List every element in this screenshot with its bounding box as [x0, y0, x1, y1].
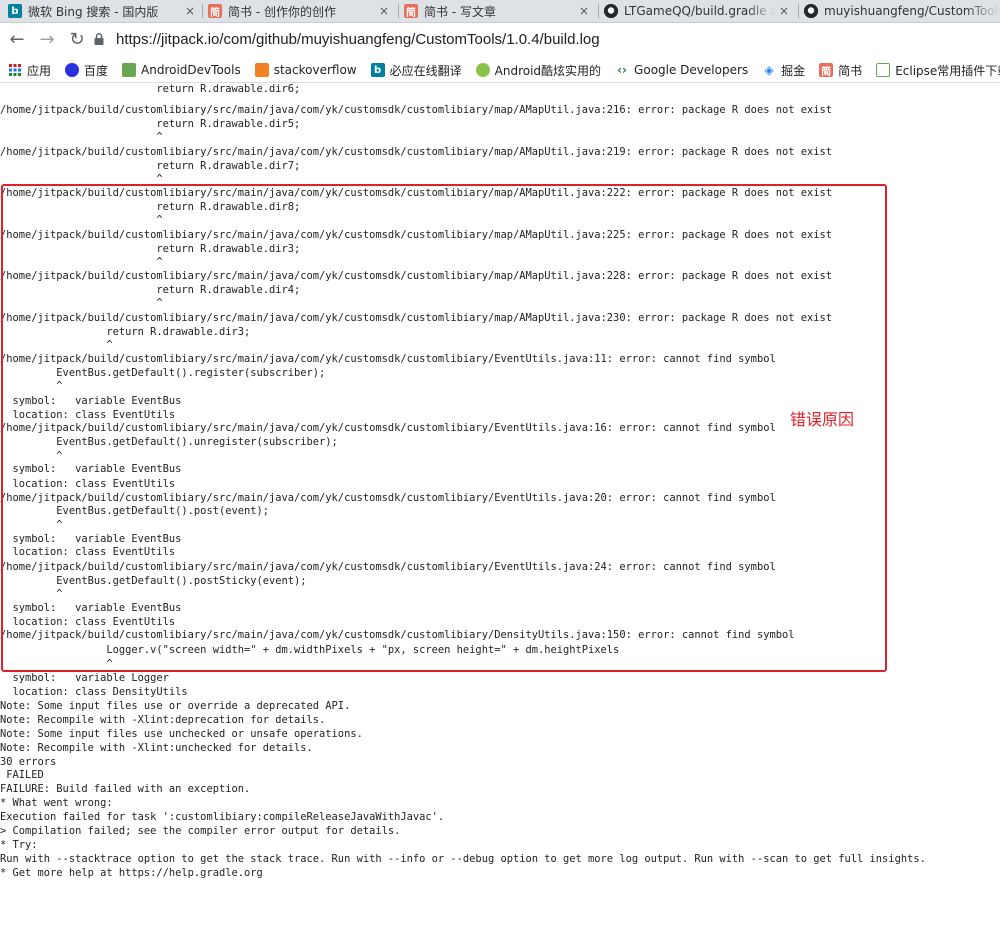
bookmark-juejin[interactable]: ◈ 掘金 — [762, 62, 806, 79]
log-line: * Get more help at https://help.gradle.o… — [0, 867, 263, 879]
eclipse-icon — [876, 63, 891, 77]
bookmark-androiddevtools[interactable]: AndroidDevTools — [122, 63, 241, 77]
error-reason-annotation: 错误原因 — [790, 410, 855, 429]
tab-title: 简书 - 创作你的创作 — [228, 4, 336, 19]
log-line: Execution failed for task ':customlibiar… — [0, 811, 445, 823]
log-line: location: class DensityUtils — [0, 686, 188, 698]
back-arrow-icon[interactable]: ← — [4, 27, 30, 53]
bookmark-label: 应用 — [27, 63, 52, 78]
log-line: * Try: — [0, 839, 38, 851]
log-line: > Compilation failed; see the compiler e… — [0, 825, 401, 837]
bookmark-label: 掘金 — [781, 63, 806, 78]
forward-arrow-icon[interactable]: → — [34, 27, 60, 53]
log-line: FAILURE: Build failed with an exception. — [0, 783, 251, 795]
tab-title: LTGameQQ/build.gradle at — [624, 4, 776, 18]
log-line: Run with --stacktrace option to get the … — [0, 853, 926, 865]
bookmark-bing-translate[interactable]: b 必应在线翻译 — [370, 62, 462, 79]
baidu-paw-icon — [65, 63, 80, 77]
bookmark-label: Eclipse常用插件下载 — [895, 63, 1000, 78]
tab-strip: b 微软 Bing 搜索 - 国内版 × 简 简书 - 创作你的创作 × 简 简… — [0, 0, 1000, 23]
log-line: return R.drawable.dir5; — [0, 118, 301, 130]
reload-icon[interactable]: ↻ — [64, 27, 90, 53]
address-url: https://jitpack.io/com/github/muyishuang… — [116, 30, 600, 48]
log-line: ^ — [0, 131, 163, 143]
juejin-icon: ◈ — [764, 63, 774, 77]
bookmark-label: Google Developers — [634, 63, 749, 77]
log-line: /home/jitpack/build/customlibiary/src/ma… — [0, 146, 833, 158]
bookmark-eclipse[interactable]: Eclipse常用插件下载 — [876, 62, 1000, 79]
close-icon[interactable]: × — [576, 4, 592, 18]
globe-icon — [475, 63, 490, 77]
address-bar[interactable]: https://jitpack.io/com/github/muyishuang… — [92, 25, 1000, 53]
bookmark-android-cool[interactable]: Android酷炫实用的 — [475, 62, 602, 79]
github-icon — [804, 4, 818, 18]
close-icon[interactable]: × — [376, 4, 392, 18]
build-log: return R.drawable.dir6; /home/jitpack/bui… — [0, 83, 1000, 944]
tab-title: muyishuangfeng/CustomTools — [824, 4, 1000, 18]
log-line: Note: Recompile with -Xlint:unchecked fo… — [0, 742, 313, 754]
tab-github-ltgameqq[interactable]: LTGameQQ/build.gradle at × — [598, 0, 792, 22]
tab-title: 微软 Bing 搜索 - 国内版 — [28, 4, 159, 19]
lock-icon — [94, 33, 104, 45]
stackoverflow-icon — [254, 63, 269, 77]
bing-icon: b — [370, 63, 385, 77]
bookmark-label: Android酷炫实用的 — [494, 63, 602, 78]
jianshu-icon: 简 — [208, 4, 222, 19]
log-line: FAILED — [0, 769, 44, 781]
green-square-icon — [122, 63, 137, 77]
log-line: return R.drawable.dir7; — [0, 160, 301, 172]
bookmark-baidu[interactable]: 百度 — [65, 62, 108, 79]
bookmark-google-developers[interactable]: ‹› Google Developers — [615, 63, 748, 77]
bookmark-label: 简书 — [838, 63, 863, 78]
jianshu-icon: 简 — [404, 4, 418, 19]
bookmark-label: AndroidDevTools — [141, 63, 241, 77]
browser-toolbar: ← → ↻ https://jitpack.io/com/github/muyi… — [0, 23, 1000, 56]
github-icon — [604, 4, 618, 18]
error-highlight-box — [1, 184, 887, 672]
bookmark-jianshu[interactable]: 简 简书 — [819, 62, 862, 79]
bing-icon: b — [8, 4, 22, 18]
bookmark-label: 必应在线翻译 — [389, 63, 462, 78]
tab-title: 简书 - 写文章 — [424, 4, 496, 19]
log-line: * What went wrong: — [0, 797, 113, 809]
bookmark-label: stackoverflow — [273, 63, 357, 77]
apps-grid-icon — [9, 64, 21, 76]
close-icon[interactable]: × — [776, 4, 792, 18]
jianshu-icon: 简 — [819, 63, 834, 78]
bookmarks-bar: 应用 百度 AndroidDevTools stackoverflow b 必应… — [0, 58, 1000, 83]
log-line: symbol: variable Logger — [0, 672, 169, 684]
log-line: 30 errors — [0, 756, 57, 768]
tab-jianshu-create[interactable]: 简 简书 - 创作你的创作 × — [202, 0, 392, 22]
log-line: Note: Some input files use unchecked or … — [0, 728, 363, 740]
log-line: /home/jitpack/build/customlibiary/src/ma… — [0, 104, 833, 116]
google-developers-icon: ‹› — [617, 63, 627, 77]
log-line: return R.drawable.dir6; — [0, 83, 301, 95]
tab-bing[interactable]: b 微软 Bing 搜索 - 国内版 × — [8, 0, 198, 22]
log-line: Note: Some input files use or override a… — [0, 700, 351, 712]
close-icon[interactable]: × — [182, 4, 198, 18]
bookmark-apps[interactable]: 应用 — [8, 62, 51, 79]
tab-jianshu-write[interactable]: 简 简书 - 写文章 × — [398, 0, 592, 22]
log-line: Note: Recompile with -Xlint:deprecation … — [0, 714, 326, 726]
bookmark-label: 百度 — [84, 63, 109, 78]
bookmark-stackoverflow[interactable]: stackoverflow — [254, 63, 357, 77]
tab-github-customtools[interactable]: muyishuangfeng/CustomTools — [798, 0, 1000, 22]
